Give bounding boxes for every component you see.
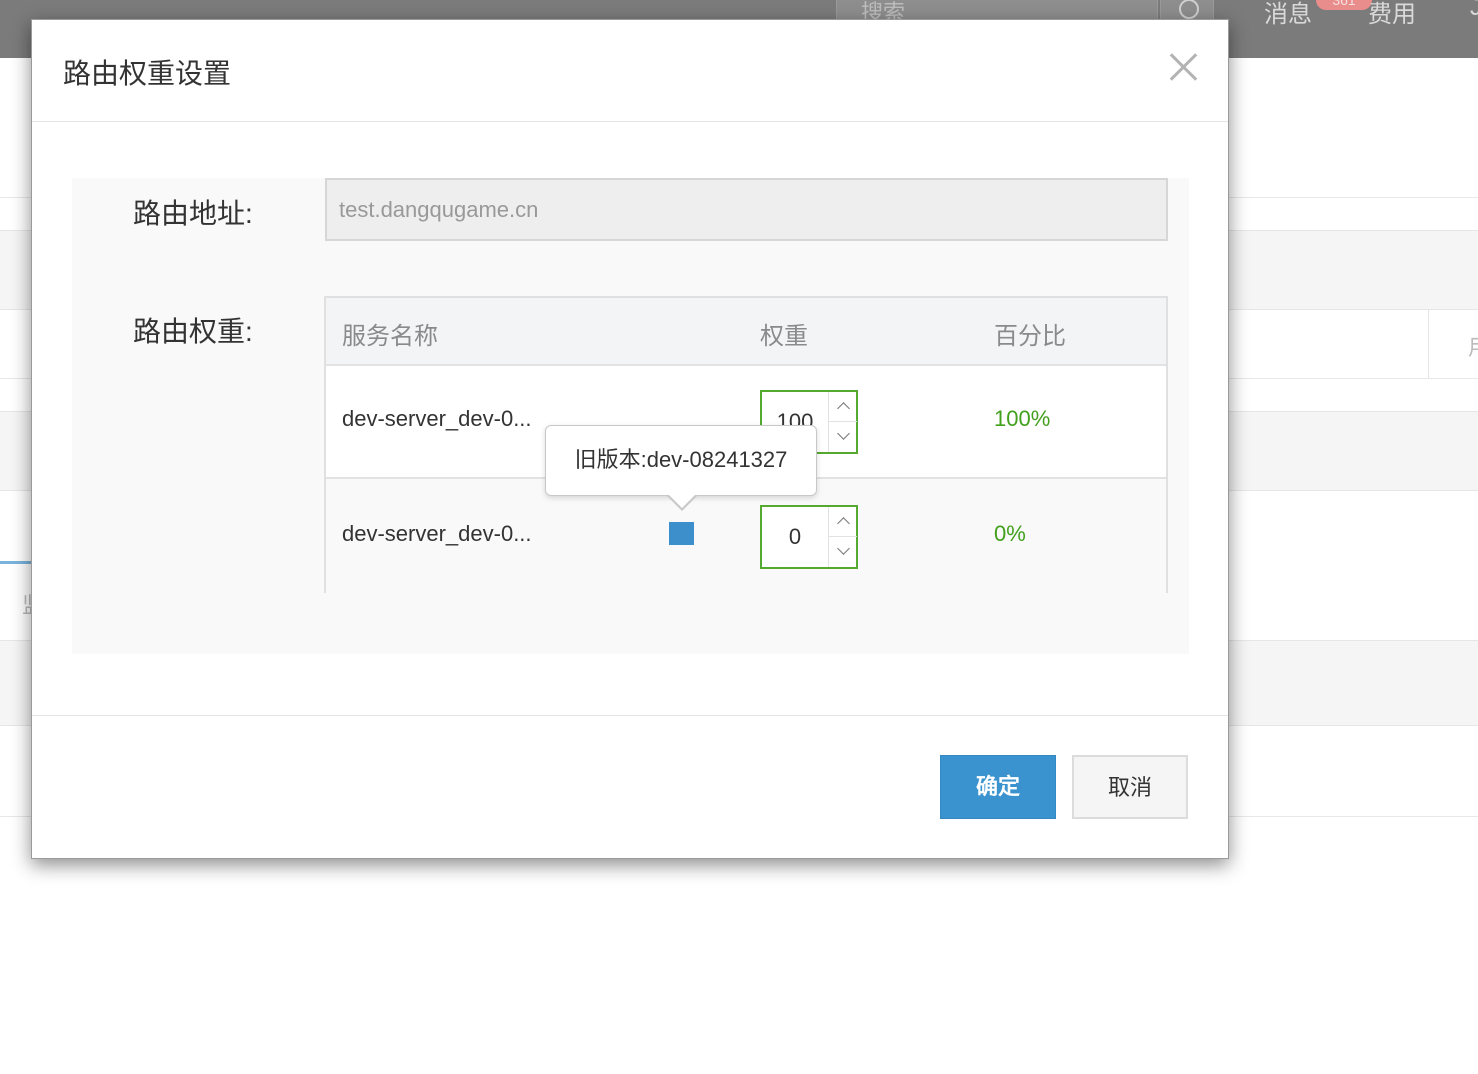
cancel-button[interactable]: 取消 <box>1072 755 1188 819</box>
chevron-down-icon[interactable] <box>829 537 857 567</box>
column-header-service-name: 服务名称 <box>342 323 438 350</box>
dialog-header: 路由权重设置 <box>32 20 1228 122</box>
stepper-buttons <box>828 392 857 452</box>
background-column-divider <box>1428 310 1429 378</box>
column-header-weight: 权重 <box>760 323 808 350</box>
weight-input[interactable] <box>762 507 828 567</box>
old-version-marker-icon[interactable] <box>669 522 694 545</box>
nav-messages[interactable]: 消息 <box>1264 0 1312 29</box>
background-table-header-fragment: 用 <box>1468 330 1478 362</box>
nav-more[interactable]: J <box>1470 0 1478 22</box>
chevron-down-icon[interactable] <box>829 422 857 452</box>
nav-billing[interactable]: 费用 <box>1368 0 1416 29</box>
dialog-title: 路由权重设置 <box>63 58 232 89</box>
background-active-tab-indicator <box>0 561 34 564</box>
chevron-up-icon[interactable] <box>829 392 857 422</box>
messages-count-badge: 361 <box>1316 0 1372 10</box>
service-name-cell: dev-server_dev-0... <box>342 521 532 546</box>
percent-cell: 100% <box>994 406 1051 431</box>
chevron-up-icon[interactable] <box>829 507 857 537</box>
column-header-percent: 百分比 <box>994 323 1066 350</box>
weight-stepper[interactable] <box>760 505 858 569</box>
route-weight-label: 路由权重: <box>133 316 253 347</box>
percent-cell: 0% <box>994 521 1026 546</box>
service-name-cell: dev-server_dev-0... <box>342 406 532 431</box>
confirm-button[interactable]: 确定 <box>940 755 1056 819</box>
dialog-footer: 确定 取消 <box>32 715 1228 858</box>
stepper-buttons <box>828 507 857 567</box>
route-form: 路由地址: 路由权重: 服务名称 权重 百分比 dev-server_dev-0… <box>72 178 1189 654</box>
route-address-field[interactable] <box>325 178 1168 241</box>
table-row: dev-server_dev-0... 0% <box>326 481 1166 594</box>
table-header: 服务名称 权重 百分比 <box>326 298 1166 366</box>
close-icon[interactable] <box>1166 50 1200 84</box>
old-version-tooltip: 旧版本:dev-08241327 <box>545 425 817 511</box>
search-icon <box>1179 0 1199 19</box>
route-address-label: 路由地址: <box>133 198 253 229</box>
